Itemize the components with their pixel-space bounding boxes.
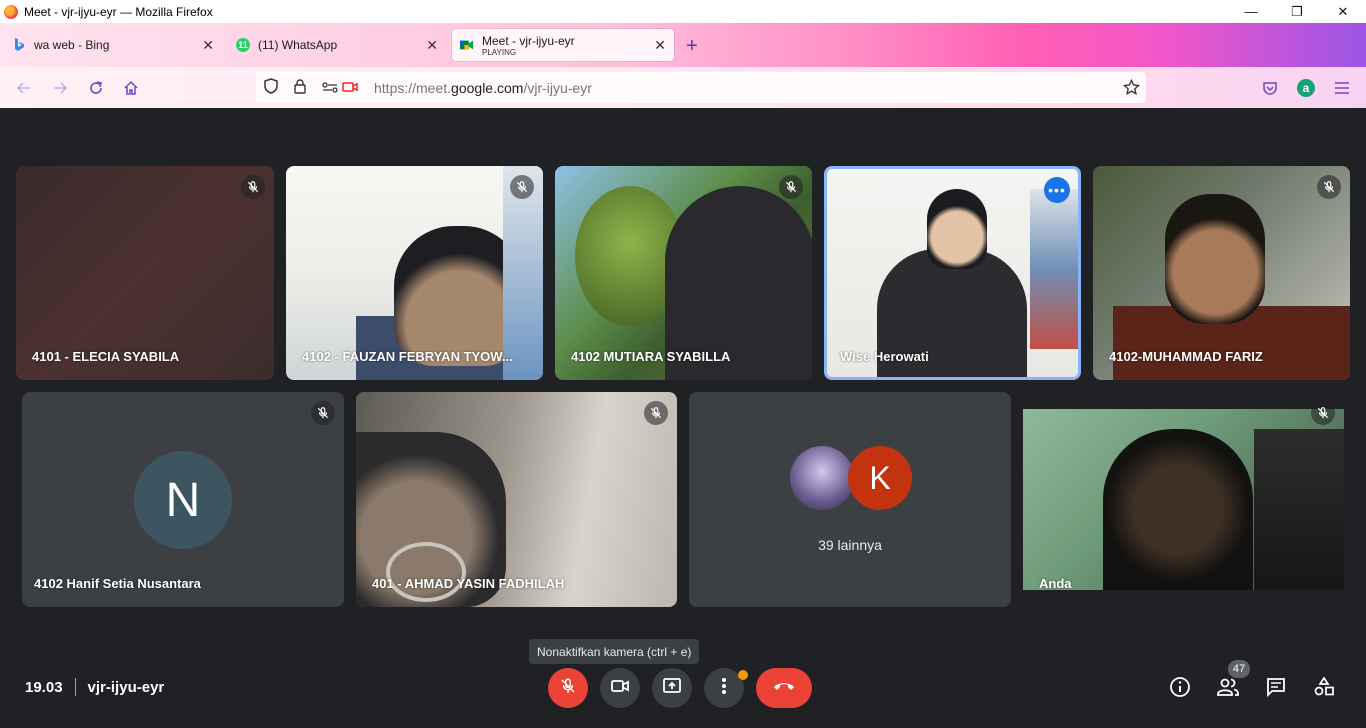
tab-label: Meet - vjr-ijyu-eyr (482, 33, 575, 48)
participant-name: 4102 Hanif Setia Nusantara (34, 576, 201, 591)
clock-time: 19.03 (25, 678, 63, 696)
participant-name: Wise Herowati (840, 349, 929, 364)
bing-icon (12, 38, 26, 52)
meeting-details-icon[interactable] (1167, 674, 1193, 700)
participant-name: Anda (1039, 576, 1072, 591)
tab-close-icon[interactable]: ✕ (426, 37, 438, 54)
tab-playing-label: PLAYING (482, 47, 517, 57)
bookmark-star-icon[interactable] (1122, 78, 1141, 99)
avatar: K (848, 446, 912, 510)
avatar (790, 446, 854, 510)
menu-icon[interactable] (1331, 77, 1353, 99)
mic-off-icon (241, 175, 265, 199)
participant-tile[interactable]: 4101 - ELECIA SYABILA (16, 166, 274, 380)
others-count-label: 39 lainnya (818, 537, 882, 553)
window-title: Meet - vjr-ijyu-eyr — Mozilla Firefox (24, 4, 213, 19)
participant-video (1165, 194, 1265, 324)
minimize-button[interactable]: — (1228, 0, 1274, 23)
tab-label: wa web - Bing (34, 38, 110, 52)
permissions-icon[interactable] (322, 80, 338, 96)
whatsapp-icon: 11 (236, 38, 250, 52)
navigation-bar: https://meet.google.com/vjr-ijyu-eyr a (0, 67, 1366, 108)
participant-video (1030, 189, 1078, 349)
mic-toggle-button[interactable] (548, 668, 588, 708)
tab-label: (11) WhatsApp (258, 38, 338, 52)
mic-off-icon (644, 401, 668, 425)
self-tile[interactable]: Anda (1023, 392, 1344, 607)
url-host: google.com (451, 79, 524, 96)
new-tab-button[interactable]: + (686, 35, 698, 58)
leave-call-button[interactable] (756, 668, 812, 708)
participant-tile-active-speaker[interactable]: ••• Wise Herowati (824, 166, 1081, 380)
participant-name: 4102-MUHAMMAD FARIZ (1109, 349, 1263, 364)
mic-off-icon (510, 175, 534, 199)
reload-icon[interactable] (85, 77, 107, 99)
present-screen-icon (662, 677, 682, 700)
home-icon[interactable] (120, 77, 142, 99)
close-window-button[interactable]: ✕ (1320, 0, 1366, 23)
tab-meet[interactable]: Meet - vjr-ijyu-eyr PLAYING ✕ (452, 29, 674, 61)
url-path: /vjr-ijyu-eyr (523, 79, 592, 96)
tab-whatsapp[interactable]: 11 (11) WhatsApp ✕ (228, 29, 446, 61)
tab-close-icon[interactable]: ✕ (654, 37, 666, 54)
chat-icon[interactable] (1263, 674, 1289, 700)
participant-tile[interactable]: 4102-MUHAMMAD FARIZ (1093, 166, 1350, 380)
mic-off-icon (1317, 175, 1341, 199)
people-icon[interactable]: 47 (1215, 660, 1250, 700)
tab-bing[interactable]: wa web - Bing ✕ (4, 29, 222, 61)
tab-text: Meet - vjr-ijyu-eyr PLAYING (482, 34, 575, 57)
participant-video (1103, 429, 1253, 590)
maximize-button[interactable]: ❐ (1274, 0, 1320, 23)
activities-icon[interactable] (1311, 674, 1337, 700)
camera-toggle-button[interactable] (600, 668, 640, 708)
shield-icon[interactable] (264, 78, 282, 97)
camera-tooltip: Nonaktifkan kamera (ctrl + e) (529, 639, 700, 664)
people-count-badge: 47 (1228, 660, 1250, 678)
camera-in-use-icon[interactable] (342, 80, 360, 96)
more-vert-icon (721, 677, 727, 700)
participant-name: 4102 - FAUZAN FEBRYAN TYOW... (302, 349, 513, 364)
avatar: N (134, 451, 232, 549)
mic-off-icon (559, 677, 577, 700)
tab-close-icon[interactable]: ✕ (202, 37, 214, 54)
lock-icon[interactable] (294, 78, 308, 97)
camera-icon (610, 678, 630, 699)
tab-strip: wa web - Bing ✕ 11 (11) WhatsApp ✕ Meet … (0, 23, 1366, 67)
more-options-button[interactable] (704, 668, 748, 708)
more-options-icon[interactable]: ••• (1044, 177, 1070, 203)
others-tile[interactable]: K 39 lainnya (689, 392, 1011, 607)
participant-video (1254, 429, 1344, 590)
present-screen-button[interactable] (652, 668, 692, 708)
participant-tile[interactable]: 4102 MUTIARA SYABILLA (555, 166, 812, 380)
participant-tile[interactable]: 4102 - FAUZAN FEBRYAN TYOW... (286, 166, 543, 380)
mic-off-icon (779, 175, 803, 199)
url-text: https://meet.google.com/vjr-ijyu-eyr (374, 80, 592, 96)
window-titlebar: Meet - vjr-ijyu-eyr — Mozilla Firefox — … (0, 0, 1366, 23)
participant-video (927, 189, 987, 269)
end-call-icon (772, 679, 796, 697)
firefox-icon (4, 4, 18, 19)
meet-icon (460, 38, 474, 52)
participant-name: 4101 - ELECIA SYABILA (32, 349, 180, 364)
participant-video (386, 542, 466, 602)
participant-tile[interactable]: 401 - AHMAD YASIN FADHILAH (356, 392, 677, 607)
participant-name: 401 - AHMAD YASIN FADHILAH (372, 576, 565, 591)
mic-off-icon (1311, 401, 1335, 425)
participant-tile[interactable]: N 4102 Hanif Setia Nusantara (22, 392, 344, 607)
participant-video (1023, 409, 1344, 590)
divider (74, 678, 76, 696)
url-bar[interactable]: https://meet.google.com/vjr-ijyu-eyr (256, 72, 1146, 103)
notification-dot (738, 670, 748, 680)
meeting-code: vjr-ijyu-eyr (87, 678, 165, 696)
url-prefix: https://meet. (374, 79, 452, 96)
back-icon[interactable] (13, 77, 35, 99)
mic-off-icon (311, 401, 335, 425)
meeting-info: 19.03 vjr-ijyu-eyr (25, 678, 164, 696)
pocket-icon[interactable] (1259, 77, 1281, 99)
forward-icon[interactable] (49, 77, 71, 99)
participant-name: 4102 MUTIARA SYABILLA (571, 349, 731, 364)
account-icon[interactable]: a (1295, 77, 1317, 99)
